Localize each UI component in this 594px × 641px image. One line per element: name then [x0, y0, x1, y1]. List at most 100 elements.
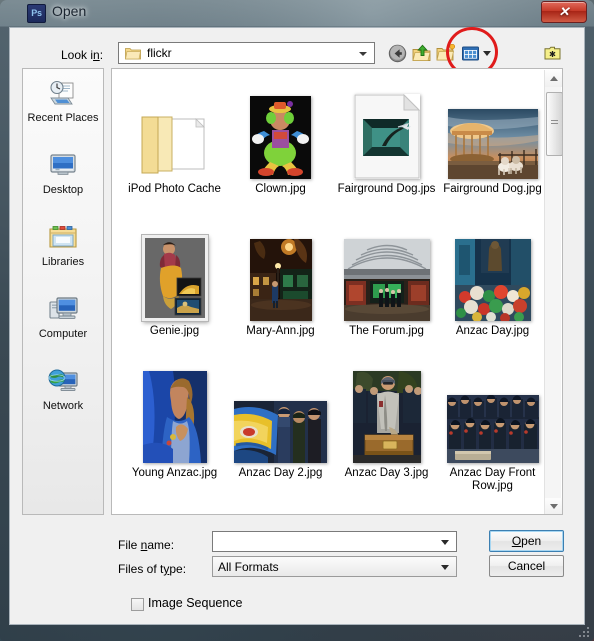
list-item[interactable]: Fairground Dog.jpg — [440, 79, 545, 196]
file-grid: iPod Photo Cache Clown.jpg Fairground Do… — [112, 69, 546, 514]
list-item[interactable]: Anzac Day 3.jpg — [334, 363, 439, 480]
file-name-combobox[interactable] — [212, 531, 457, 552]
triangle-up-icon — [550, 76, 558, 81]
sidebar-item-label: Desktop — [42, 184, 84, 196]
list-item[interactable]: The Forum.jpg — [334, 221, 439, 338]
scroll-up-button[interactable] — [545, 70, 562, 87]
grip-lines-icon — [551, 120, 558, 126]
window-title: Open — [52, 3, 87, 19]
sidebar-item-libraries[interactable]: Libraries — [23, 223, 103, 285]
files-of-type-value: All Formats — [218, 560, 279, 574]
file-list-panel[interactable]: iPod Photo Cache Clown.jpg Fairground Do… — [111, 68, 563, 515]
forum-arcade-photo — [343, 239, 430, 321]
chevron-down-icon[interactable] — [441, 565, 449, 570]
file-name: iPod Photo Cache — [128, 183, 221, 195]
clown-photo — [250, 96, 311, 179]
cancel-button[interactable]: Cancel — [489, 555, 564, 577]
look-in-value: flickr — [147, 46, 172, 60]
thumbnail — [122, 221, 227, 321]
folder-icon — [141, 116, 205, 174]
close-button[interactable]: ✕ — [541, 1, 587, 23]
night-street-photo — [249, 239, 312, 321]
title-bar: Ps Open ✕ — [0, 0, 594, 26]
photoshop-ps-icon: Ps — [27, 4, 46, 23]
desktop-monitor-icon — [46, 151, 80, 181]
folder-icon — [125, 48, 141, 60]
places-sidebar: Recent Places Desktop Libraries Computer… — [22, 68, 104, 515]
tools-folder-icon[interactable] — [543, 44, 562, 63]
views-dropdown-chevron-down-icon[interactable] — [483, 51, 491, 56]
file-name: The Forum.jpg — [349, 325, 424, 337]
thumbnail — [440, 221, 545, 321]
sidebar-item-label: Network — [42, 400, 84, 412]
list-item[interactable]: Clown.jpg — [228, 79, 333, 196]
file-name: Fairground Dog.jpg — [443, 183, 542, 195]
recent-places-icon — [46, 79, 80, 109]
open-button[interactable]: Open — [489, 530, 564, 552]
sidebar-item-label: Computer — [38, 328, 88, 340]
sidebar-item-recent-places[interactable]: Recent Places — [23, 79, 103, 141]
fairground-carousel-dogs-photo — [447, 109, 538, 179]
file-name-label: File name: — [118, 538, 175, 552]
thumbnail — [122, 79, 227, 179]
list-item[interactable]: Fairground Dog.jps — [334, 79, 439, 196]
thumbnail — [228, 221, 333, 321]
thumbnail — [228, 79, 333, 179]
seated-veterans-photo — [446, 395, 539, 463]
file-name: Young Anzac.jpg — [131, 467, 218, 479]
thumbnail — [334, 79, 439, 179]
image-sequence-checkbox[interactable] — [131, 598, 144, 611]
back-arrow-icon[interactable] — [388, 44, 407, 63]
yellow-blue-banner-photo — [234, 401, 327, 463]
sidebar-item-label: Recent Places — [27, 112, 99, 124]
scroll-down-button[interactable] — [545, 498, 562, 514]
file-name: Anzac Day Front Row.jpg — [449, 467, 536, 492]
sidebar-item-computer[interactable]: Computer — [23, 295, 103, 357]
scrollbar-thumb[interactable] — [546, 92, 562, 156]
open-dialog-window: Ps Open ✕ Look in: flickr Recent Places … — [0, 0, 594, 641]
thumbnail — [440, 363, 545, 463]
file-name: Fairground Dog.jps — [337, 183, 436, 195]
sidebar-item-label: Libraries — [41, 256, 85, 268]
list-item[interactable]: Genie.jpg — [122, 221, 227, 338]
thumbnail — [122, 363, 227, 463]
resize-grip[interactable] — [579, 627, 590, 638]
file-name: Anzac Day.jpg — [455, 325, 530, 337]
views-grid-icon[interactable] — [461, 44, 480, 63]
image-sequence-label: Image Sequence — [148, 596, 243, 610]
up-folder-icon[interactable] — [412, 44, 431, 63]
triangle-down-icon — [550, 504, 558, 509]
file-name-input[interactable] — [217, 534, 439, 551]
list-item[interactable]: Mary-Ann.jpg — [228, 221, 333, 338]
flower-wreaths-photo — [454, 239, 531, 321]
thumbnail — [334, 363, 439, 463]
file-name: Anzac Day 3.jpg — [344, 467, 429, 479]
libraries-folder-icon — [46, 223, 80, 253]
file-name: Mary-Ann.jpg — [246, 325, 315, 337]
file-name: Clown.jpg — [255, 183, 306, 195]
generic-jps-document-icon — [354, 94, 420, 179]
chevron-down-icon[interactable] — [359, 52, 367, 56]
list-item[interactable]: Anzac Day.jpg — [440, 221, 545, 338]
list-item[interactable]: Anzac Day 2.jpg — [228, 363, 333, 480]
sidebar-item-desktop[interactable]: Desktop — [23, 151, 103, 213]
girl-blue-flag-photo — [142, 371, 207, 463]
list-item[interactable]: Young Anzac.jpg — [122, 363, 227, 480]
files-of-type-label: Files of type: — [118, 562, 187, 576]
sidebar-item-network[interactable]: Network — [23, 367, 103, 429]
computer-icon — [46, 295, 80, 325]
list-item[interactable]: Anzac Day Front Row.jpg — [440, 363, 545, 493]
file-name: Anzac Day 2.jpg — [238, 467, 323, 479]
thumbnail — [440, 79, 545, 179]
close-icon: ✕ — [558, 4, 570, 19]
file-name: Genie.jpg — [149, 325, 200, 337]
man-coffin-photo — [352, 371, 421, 463]
new-folder-icon[interactable] — [436, 44, 455, 63]
chevron-down-icon[interactable] — [441, 540, 449, 545]
genie-photo — [141, 235, 208, 321]
file-list-scrollbar[interactable] — [544, 70, 562, 514]
files-of-type-combobox[interactable]: All Formats — [212, 556, 457, 577]
network-globe-icon — [46, 367, 80, 397]
list-item[interactable]: iPod Photo Cache — [122, 79, 227, 196]
look-in-combobox[interactable]: flickr — [118, 42, 375, 64]
